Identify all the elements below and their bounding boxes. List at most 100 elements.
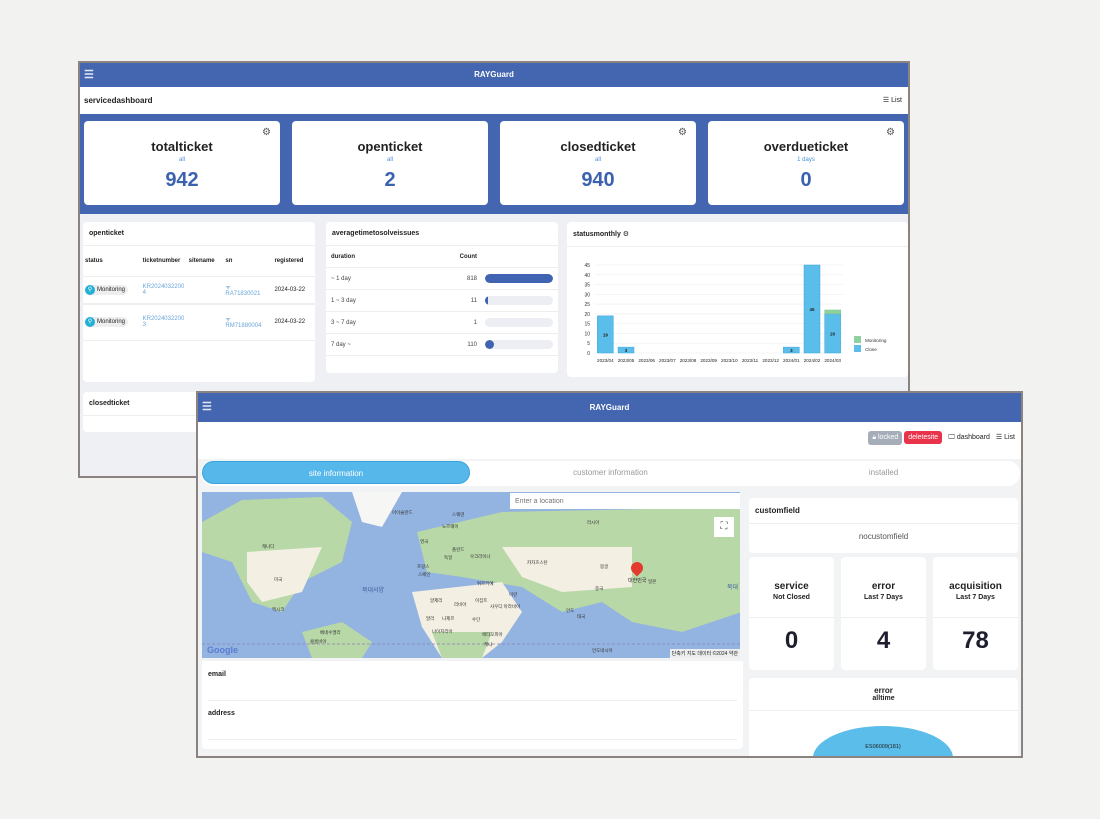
duration-count: 11 xyxy=(470,297,477,304)
slice-label: ES06009(181) xyxy=(865,744,901,750)
status-badge: ⚲ Monitoring xyxy=(85,317,129,328)
address-field[interactable]: address xyxy=(208,710,737,740)
map-country-label: 콜롬비아 xyxy=(310,639,327,644)
table-row[interactable]: ⚲ Monitoring KR20240322004 ᯤ RA71830021 2024-… xyxy=(83,276,315,304)
terms-link[interactable]: 약관 xyxy=(729,651,738,657)
pie-slice[interactable]: ES06009(181) xyxy=(813,726,953,756)
map-country-label: 케냐 xyxy=(484,642,493,647)
kpi-title: totalticket xyxy=(151,139,213,154)
x-tick-label: 2023/06 xyxy=(638,358,655,363)
map-country-label: 스웨덴 xyxy=(452,512,465,517)
dashboard-label: dashboard xyxy=(956,434,990,441)
x-tick-label: 2023/05 xyxy=(618,358,635,363)
locked-label: locked xyxy=(878,434,899,441)
kpi-card-overdueticket: ⚙ overdueticket 1 days 0 xyxy=(708,121,904,205)
y-tick-label: 40 xyxy=(584,273,590,279)
avg-time-panel: averagetimetosolveissues duration Count ~… xyxy=(326,222,558,373)
x-tick-label: 2023/11 xyxy=(742,358,759,363)
stat-sub: Last 7 Days xyxy=(864,594,903,601)
openticket-panel: openticket status ticketnumber sitename sn r… xyxy=(83,222,315,382)
stat-sub: Last 7 Days xyxy=(956,594,995,601)
table-row[interactable]: ⚲ Monitoring KR20240322003 ᯤ RM71880004 2024-… xyxy=(83,304,315,340)
contact-panel: email address xyxy=(202,661,743,749)
y-tick-label: 5 xyxy=(587,341,590,347)
wifi-icon: ᯤ xyxy=(225,284,231,291)
list-icon: ☰ xyxy=(882,97,892,104)
fullscreen-icon: ⛶ xyxy=(720,521,728,532)
attribution-text: 단축키 지도 데이터 ©2024 xyxy=(671,651,728,657)
panel-title: openticket xyxy=(83,222,315,246)
map-country-label: 나이지리아 xyxy=(432,629,453,634)
panel-sub: alltime xyxy=(872,695,895,702)
legend-label: Monitoring xyxy=(865,338,887,343)
x-tick-label: 2023/08 xyxy=(680,358,697,363)
legend-swatch xyxy=(854,336,861,343)
map-country-label: 중국 xyxy=(595,586,604,591)
map-country-label: 베네수엘라 xyxy=(320,630,341,635)
map-country-label: 영국 xyxy=(420,539,429,544)
page-header: servicedashboard ☰ List xyxy=(80,87,908,114)
sn-link[interactable]: ᯤ RA71830021 xyxy=(223,276,272,304)
gear-icon[interactable]: ⚙ xyxy=(262,127,271,138)
tab-site-information[interactable]: site information xyxy=(202,461,470,484)
locked-button[interactable]: 🔒︎ locked xyxy=(868,431,903,445)
y-tick-label: 25 xyxy=(584,302,590,308)
stat-card-error: error Last 7 Days 4 xyxy=(841,557,926,670)
sn-text: RM71880004 xyxy=(225,323,262,330)
email-field[interactable]: email xyxy=(208,671,737,701)
duration-count: 818 xyxy=(466,275,477,282)
duration-row: 1 ~ 3 day 11 xyxy=(326,290,558,312)
hamburger-menu-icon[interactable]: ☰ xyxy=(202,393,212,422)
kpi-value: 2 xyxy=(384,169,396,191)
panel-title: statusmonthly ⚙ xyxy=(567,222,908,247)
location-marker[interactable]: 대한민국 xyxy=(628,559,646,584)
status-text: Monitoring xyxy=(97,319,126,326)
tab-installed[interactable]: installed xyxy=(747,461,1020,484)
sitename xyxy=(187,276,224,304)
bar-monitoring xyxy=(824,309,841,315)
gear-icon[interactable]: ⚙ xyxy=(678,127,687,138)
hamburger-menu-icon[interactable]: ☰ xyxy=(84,63,94,87)
location-search-input[interactable] xyxy=(510,493,740,509)
monitor-icon: 🖵 xyxy=(948,434,955,441)
list-label: List xyxy=(1004,434,1015,441)
map-country-label: 에티오피아 xyxy=(482,632,503,637)
list-link[interactable]: ☰ List xyxy=(996,434,1015,441)
tab-customer-information[interactable]: customer information xyxy=(474,461,747,484)
map[interactable]: 캐나다 미국 멕시코 러시아 중국 몽골 카자흐스탄 인도 일본 알제리 리비아 이집트 말리 니제르 나이… xyxy=(202,492,740,658)
col-header: sn xyxy=(225,257,233,264)
gear-icon[interactable]: ⚙ xyxy=(886,127,895,138)
map-country-label: 노르웨이 xyxy=(442,524,459,529)
google-logo: Google xyxy=(207,645,238,655)
x-tick-label: 2024/02 xyxy=(804,358,821,363)
stat-card-service: service Not Closed 0 xyxy=(749,557,834,670)
duration-row: 7 day ~ 110 xyxy=(326,334,558,356)
fullscreen-button[interactable]: ⛶ xyxy=(714,517,734,537)
delete-site-button[interactable]: deletesite xyxy=(904,431,943,444)
tab-bar: site information customer information in… xyxy=(201,461,1020,486)
duration-label: ~ 1 day xyxy=(331,275,351,282)
duration-count: 1 xyxy=(473,319,477,326)
ocean-label: 북대서양 xyxy=(362,588,385,594)
kpi-sub: all xyxy=(594,157,601,163)
duration-bar-fill xyxy=(485,296,488,305)
dashboard-link[interactable]: 🖵 dashboard xyxy=(948,434,990,441)
map-country-label: 알제리 xyxy=(430,598,443,603)
gear-icon[interactable]: ⚙ xyxy=(623,231,629,238)
x-tick-label: 2023/09 xyxy=(700,358,717,363)
app-header: ☰ RAYGuard xyxy=(198,393,1021,422)
kpi-value: 942 xyxy=(165,169,199,191)
map-country-label: 인도 xyxy=(566,608,575,613)
ticket-link[interactable]: KR20240322003 xyxy=(141,304,187,340)
y-tick-label: 0 xyxy=(587,351,590,357)
map-land xyxy=(202,492,740,658)
list-button[interactable]: ☰ List xyxy=(883,96,902,104)
list-icon: ☰ xyxy=(995,434,1003,441)
map-country-label: 폴란드 xyxy=(452,547,465,552)
ticket-link[interactable]: KR20240322004 xyxy=(141,276,187,304)
sn-link[interactable]: ᯤ RM71880004 xyxy=(223,304,272,340)
map-country-label: 미국 xyxy=(274,577,283,582)
map-country-label: 니제르 xyxy=(442,616,455,621)
page-title: servicedashboard xyxy=(84,96,153,105)
duration-bar xyxy=(485,274,553,283)
